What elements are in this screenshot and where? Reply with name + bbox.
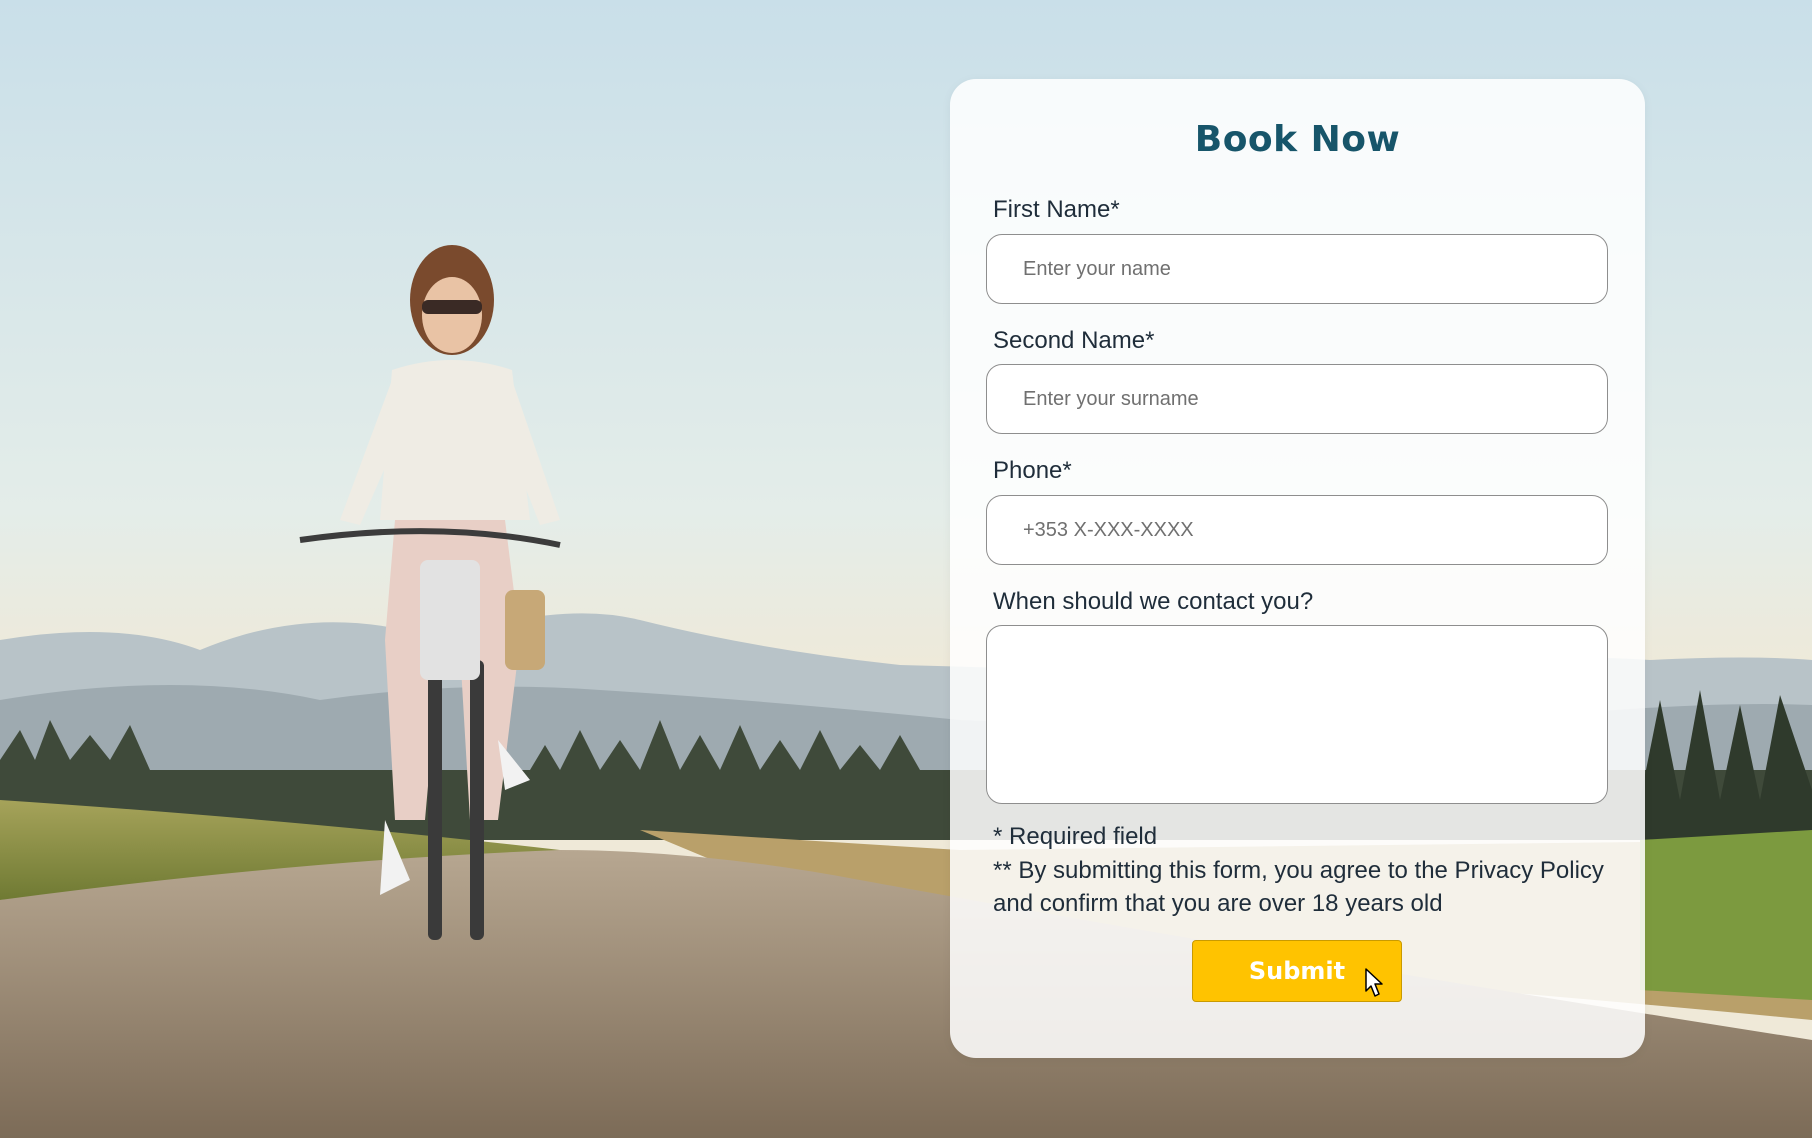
contact-time-label: When should we contact you?	[993, 588, 1314, 615]
first-name-input[interactable]	[986, 234, 1608, 304]
phone-input[interactable]	[986, 495, 1608, 565]
mouse-pointer-icon	[1365, 968, 1383, 997]
form-title: Book Now	[1194, 119, 1401, 160]
second-name-label: Second Name*	[993, 327, 1155, 354]
booking-form-card: Book Now First Name* Second Name* Phone*…	[950, 79, 1645, 1058]
second-name-input[interactable]	[986, 364, 1608, 434]
phone-label: Phone*	[993, 457, 1072, 484]
page-background: Book Now First Name* Second Name* Phone*…	[0, 0, 1812, 1138]
privacy-policy-note: ** By submitting this form, you agree to…	[993, 857, 1604, 917]
first-name-label: First Name*	[993, 196, 1120, 223]
required-field-note: * Required field	[993, 823, 1158, 850]
contact-time-textarea[interactable]	[986, 625, 1608, 804]
